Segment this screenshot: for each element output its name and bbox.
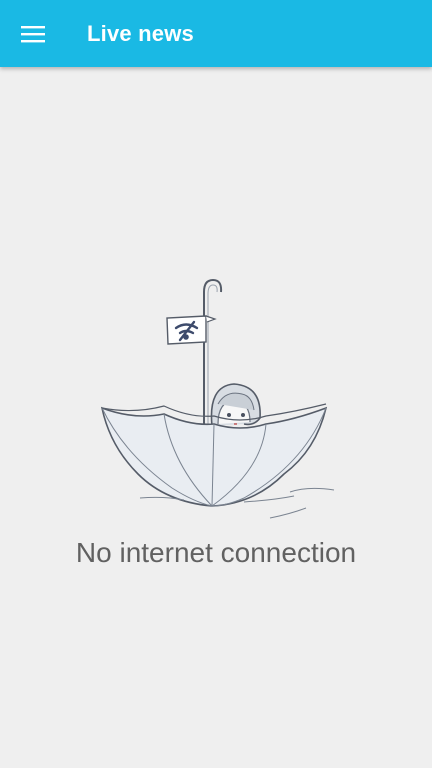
no-connection-message: No internet connection (75, 537, 357, 568)
menu-button[interactable] (10, 11, 56, 57)
app-title: Live news (87, 21, 194, 46)
no-connection-illustration (100, 278, 335, 519)
hamburger-menu-icon (21, 26, 45, 43)
app-bar: Live news (0, 0, 432, 67)
